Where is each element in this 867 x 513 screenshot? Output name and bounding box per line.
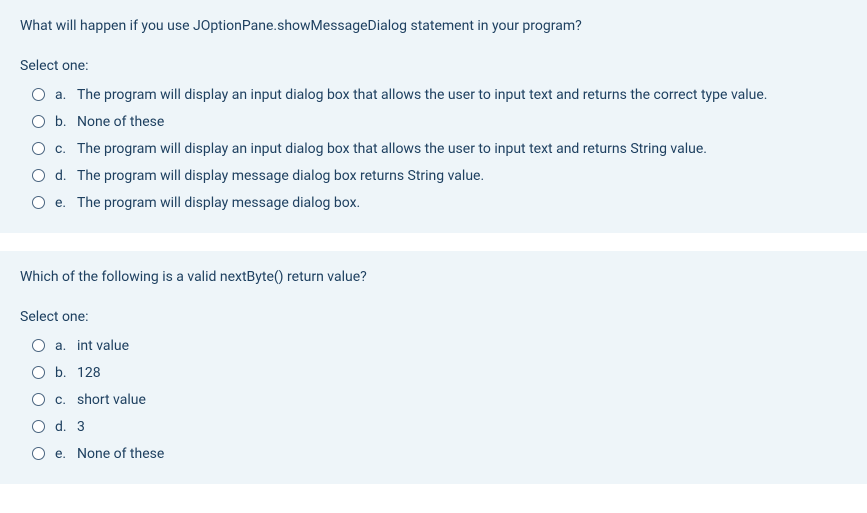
option-row: a. The program will display an input dia… (32, 82, 847, 109)
option-row: d. The program will display message dial… (32, 163, 847, 190)
option-letter: e. (55, 444, 77, 465)
option-letter: b. (55, 112, 77, 133)
option-row: e. The program will display message dial… (32, 190, 847, 217)
option-text: The program will display an input dialog… (77, 85, 767, 106)
select-one-label: Select one: (20, 58, 847, 74)
option-letter: c. (55, 390, 77, 411)
option-row: b. None of these (32, 109, 847, 136)
options-list: a. The program will display an input dia… (20, 82, 847, 217)
option-letter: b. (55, 363, 77, 384)
radio-button[interactable] (32, 339, 45, 352)
radio-button[interactable] (32, 393, 45, 406)
option-text: 128 (77, 363, 101, 384)
option-letter: a. (55, 85, 77, 106)
select-one-label: Select one: (20, 309, 847, 325)
radio-button[interactable] (32, 88, 45, 101)
options-list: a. int value b. 128 c. short value d. 3 … (20, 333, 847, 468)
radio-button[interactable] (32, 169, 45, 182)
question-text: What will happen if you use JOptionPane.… (20, 18, 847, 34)
option-letter: d. (55, 417, 77, 438)
option-letter: a. (55, 336, 77, 357)
option-row: e. None of these (32, 441, 847, 468)
option-text: The program will display message dialog … (77, 166, 484, 187)
radio-button[interactable] (32, 115, 45, 128)
option-row: b. 128 (32, 360, 847, 387)
radio-button[interactable] (32, 366, 45, 379)
radio-button[interactable] (32, 196, 45, 209)
radio-button[interactable] (32, 420, 45, 433)
option-letter: e. (55, 193, 77, 214)
question-block-2: Which of the following is a valid nextBy… (0, 251, 867, 484)
option-row: c. short value (32, 387, 847, 414)
option-text: None of these (77, 444, 164, 465)
option-letter: c. (55, 139, 77, 160)
option-text: 3 (77, 417, 85, 438)
question-block-1: What will happen if you use JOptionPane.… (0, 0, 867, 233)
option-text: int value (77, 336, 129, 357)
option-row: a. int value (32, 333, 847, 360)
option-row: c. The program will display an input dia… (32, 136, 847, 163)
option-text: None of these (77, 112, 164, 133)
radio-button[interactable] (32, 447, 45, 460)
radio-button[interactable] (32, 142, 45, 155)
option-text: short value (77, 390, 146, 411)
question-text: Which of the following is a valid nextBy… (20, 269, 847, 285)
option-row: d. 3 (32, 414, 847, 441)
option-text: The program will display message dialog … (77, 193, 360, 214)
option-letter: d. (55, 166, 77, 187)
option-text: The program will display an input dialog… (77, 139, 707, 160)
